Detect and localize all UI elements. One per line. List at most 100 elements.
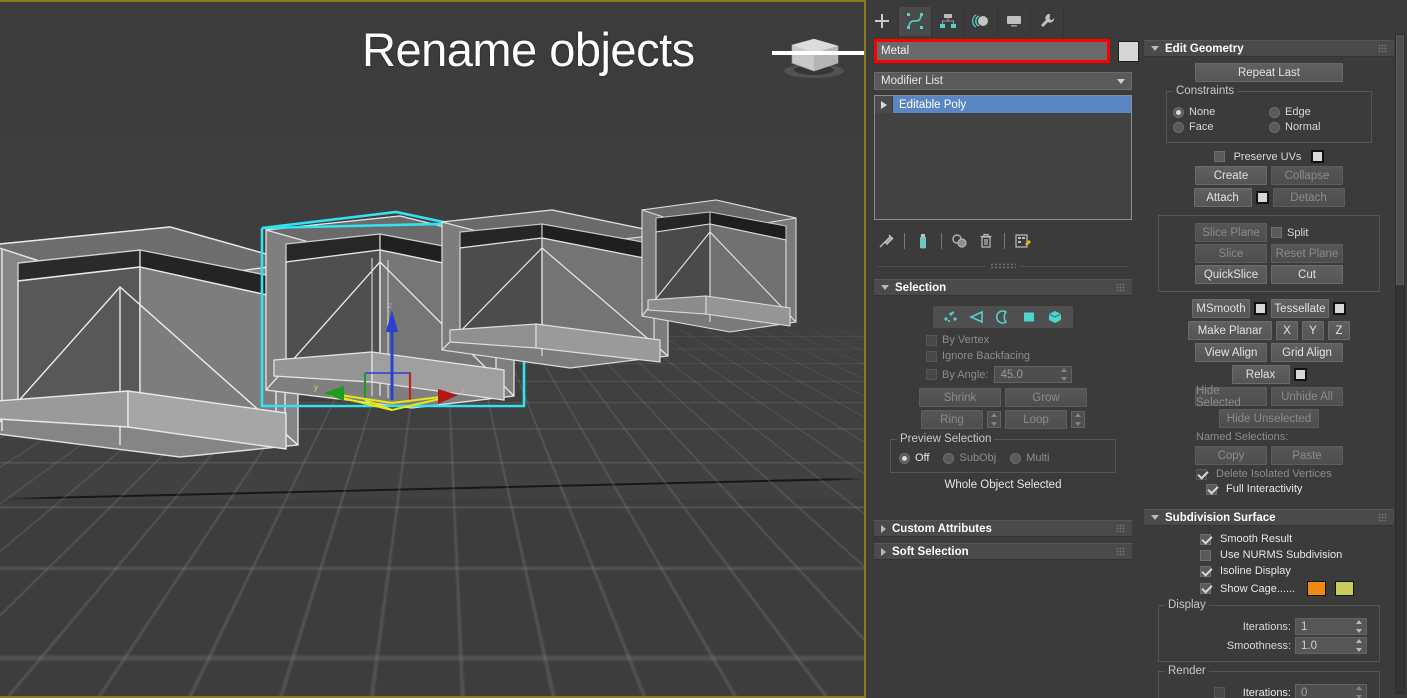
subobject-vertex-icon[interactable] <box>941 308 961 326</box>
preserve-uvs-checkbox[interactable] <box>1214 151 1225 162</box>
repeat-last-button[interactable]: Repeat Last <box>1195 63 1343 82</box>
constraint-normal-radio[interactable] <box>1269 122 1280 133</box>
crate-object-3[interactable] <box>634 190 814 370</box>
bottle-icon[interactable] <box>911 229 935 253</box>
scrollbar-thumb[interactable] <box>1396 35 1404 285</box>
isoline-display-row[interactable]: Isoline Display <box>1144 565 1394 577</box>
display-smoothness-spinner[interactable]: 1.0 <box>1295 637 1367 654</box>
render-iterations-spinner[interactable]: 0 <box>1295 684 1367 698</box>
preview-multi-option[interactable]: Multi <box>1010 452 1049 464</box>
modifier-list-dropdown[interactable]: Modifier List <box>874 72 1132 90</box>
subobject-polygon-icon[interactable] <box>1019 308 1039 326</box>
delete-isolated-vertices-checkbox[interactable] <box>1196 469 1207 480</box>
custom-attributes-header[interactable]: Custom Attributes <box>874 520 1132 537</box>
spinner-arrows-icon[interactable] <box>988 413 999 426</box>
slice-button[interactable]: Slice <box>1195 244 1267 263</box>
tab-create[interactable] <box>866 7 899 36</box>
tessellate-button[interactable]: Tessellate <box>1271 299 1329 318</box>
detach-button[interactable]: Detach <box>1273 188 1345 207</box>
quickslice-button[interactable]: QuickSlice <box>1195 265 1267 284</box>
delete-isolated-vertices-row[interactable]: Delete Isolated Vertices <box>1144 468 1394 480</box>
ignore-backfacing-row[interactable]: Ignore Backfacing <box>874 348 1132 364</box>
relax-settings-button[interactable] <box>1294 368 1307 381</box>
spinner-arrows-icon[interactable] <box>1353 639 1364 652</box>
subdivision-surface-header[interactable]: Subdivision Surface <box>1144 509 1394 526</box>
object-name-input[interactable] <box>877 42 1107 60</box>
tessellate-settings-button[interactable] <box>1333 302 1346 315</box>
constraint-edge-option[interactable]: Edge <box>1269 106 1365 118</box>
hide-unselected-button[interactable]: Hide Unselected <box>1219 409 1319 428</box>
perspective-viewport[interactable]: z y x Rename objects <box>0 0 866 698</box>
tab-modify[interactable] <box>899 7 932 36</box>
preview-off-option[interactable]: Off <box>899 452 929 464</box>
show-cage-color-b-swatch[interactable] <box>1335 581 1354 596</box>
ignore-backfacing-checkbox[interactable] <box>926 351 937 362</box>
transform-gizmo[interactable]: z y x <box>300 300 480 420</box>
preview-multi-radio[interactable] <box>1010 453 1021 464</box>
tab-hierarchy[interactable] <box>932 7 965 36</box>
constraint-none-option[interactable]: None <box>1173 106 1269 118</box>
make-planar-x-button[interactable]: X <box>1276 321 1298 340</box>
show-cage-row[interactable]: Show Cage...... <box>1144 581 1394 596</box>
stack-item-editable-poly[interactable]: Editable Poly <box>875 96 1131 113</box>
modifier-stack-list[interactable]: Editable Poly <box>874 95 1132 220</box>
preserve-uvs-settings-button[interactable] <box>1311 150 1324 163</box>
panel-resize-grip[interactable] <box>878 262 1128 270</box>
spinner-arrows-icon[interactable] <box>1072 413 1083 426</box>
loop-button[interactable]: Loop <box>1005 410 1067 429</box>
by-vertex-row[interactable]: By Vertex <box>874 332 1132 348</box>
full-interactivity-checkbox[interactable] <box>1206 484 1217 495</box>
configure-sets-icon[interactable] <box>1011 229 1035 253</box>
constraint-face-radio[interactable] <box>1173 122 1184 133</box>
smooth-result-checkbox[interactable] <box>1200 534 1211 545</box>
grow-button[interactable]: Grow <box>1005 388 1087 407</box>
slice-plane-button[interactable]: Slice Plane <box>1195 223 1267 242</box>
use-nurms-row[interactable]: Use NURMS Subdivision <box>1144 549 1394 561</box>
make-planar-button[interactable]: Make Planar <box>1188 321 1272 340</box>
split-checkbox[interactable] <box>1271 227 1282 238</box>
spinner-arrows-icon[interactable] <box>1353 686 1364 698</box>
cut-button[interactable]: Cut <box>1271 265 1343 284</box>
use-nurms-checkbox[interactable] <box>1200 550 1211 561</box>
shrink-button[interactable]: Shrink <box>919 388 1001 407</box>
reset-plane-button[interactable]: Reset Plane <box>1271 244 1343 263</box>
copy-button[interactable]: Copy <box>1195 446 1267 465</box>
view-align-button[interactable]: View Align <box>1195 343 1267 362</box>
subobject-edge-icon[interactable] <box>967 308 987 326</box>
trash-icon[interactable] <box>974 229 998 253</box>
make-planar-y-button[interactable]: Y <box>1302 321 1324 340</box>
command-panel-scrollbar[interactable] <box>1395 34 1405 694</box>
preview-subobj-radio[interactable] <box>943 453 954 464</box>
tab-display[interactable] <box>998 7 1031 36</box>
attach-settings-button[interactable] <box>1256 191 1269 204</box>
soft-selection-header[interactable]: Soft Selection <box>874 543 1132 560</box>
tab-utilities[interactable] <box>1031 7 1064 36</box>
grid-align-button[interactable]: Grid Align <box>1271 343 1343 362</box>
by-angle-spinner[interactable]: 45.0 <box>994 366 1072 383</box>
show-cage-checkbox[interactable] <box>1200 583 1211 594</box>
pin-icon[interactable] <box>874 229 898 253</box>
by-angle-checkbox[interactable] <box>926 369 937 380</box>
make-unique-icon[interactable] <box>948 229 972 253</box>
loop-spinner[interactable] <box>1071 411 1085 428</box>
constraint-edge-radio[interactable] <box>1269 107 1280 118</box>
preserve-uvs-row[interactable]: Preserve UVs <box>1144 150 1394 163</box>
display-iterations-spinner[interactable]: 1 <box>1295 618 1367 635</box>
ring-spinner[interactable] <box>987 411 1001 428</box>
spinner-arrows-icon[interactable] <box>1058 368 1069 381</box>
object-color-swatch[interactable] <box>1118 41 1139 62</box>
preview-off-radio[interactable] <box>899 453 910 464</box>
create-button[interactable]: Create <box>1195 166 1267 185</box>
constraint-face-option[interactable]: Face <box>1173 121 1269 133</box>
hide-selected-button[interactable]: Hide Selected <box>1195 387 1267 406</box>
preview-subobj-option[interactable]: SubObj <box>943 452 996 464</box>
edit-geometry-header[interactable]: Edit Geometry <box>1144 40 1394 57</box>
smooth-result-row[interactable]: Smooth Result <box>1144 533 1394 545</box>
attach-button[interactable]: Attach <box>1194 188 1252 207</box>
constraint-none-radio[interactable] <box>1173 107 1184 118</box>
tab-motion[interactable] <box>965 7 998 36</box>
relax-button[interactable]: Relax <box>1232 365 1290 384</box>
spinner-arrows-icon[interactable] <box>1353 620 1364 633</box>
collapse-button[interactable]: Collapse <box>1271 166 1343 185</box>
selection-rollout-header[interactable]: Selection <box>874 279 1132 296</box>
